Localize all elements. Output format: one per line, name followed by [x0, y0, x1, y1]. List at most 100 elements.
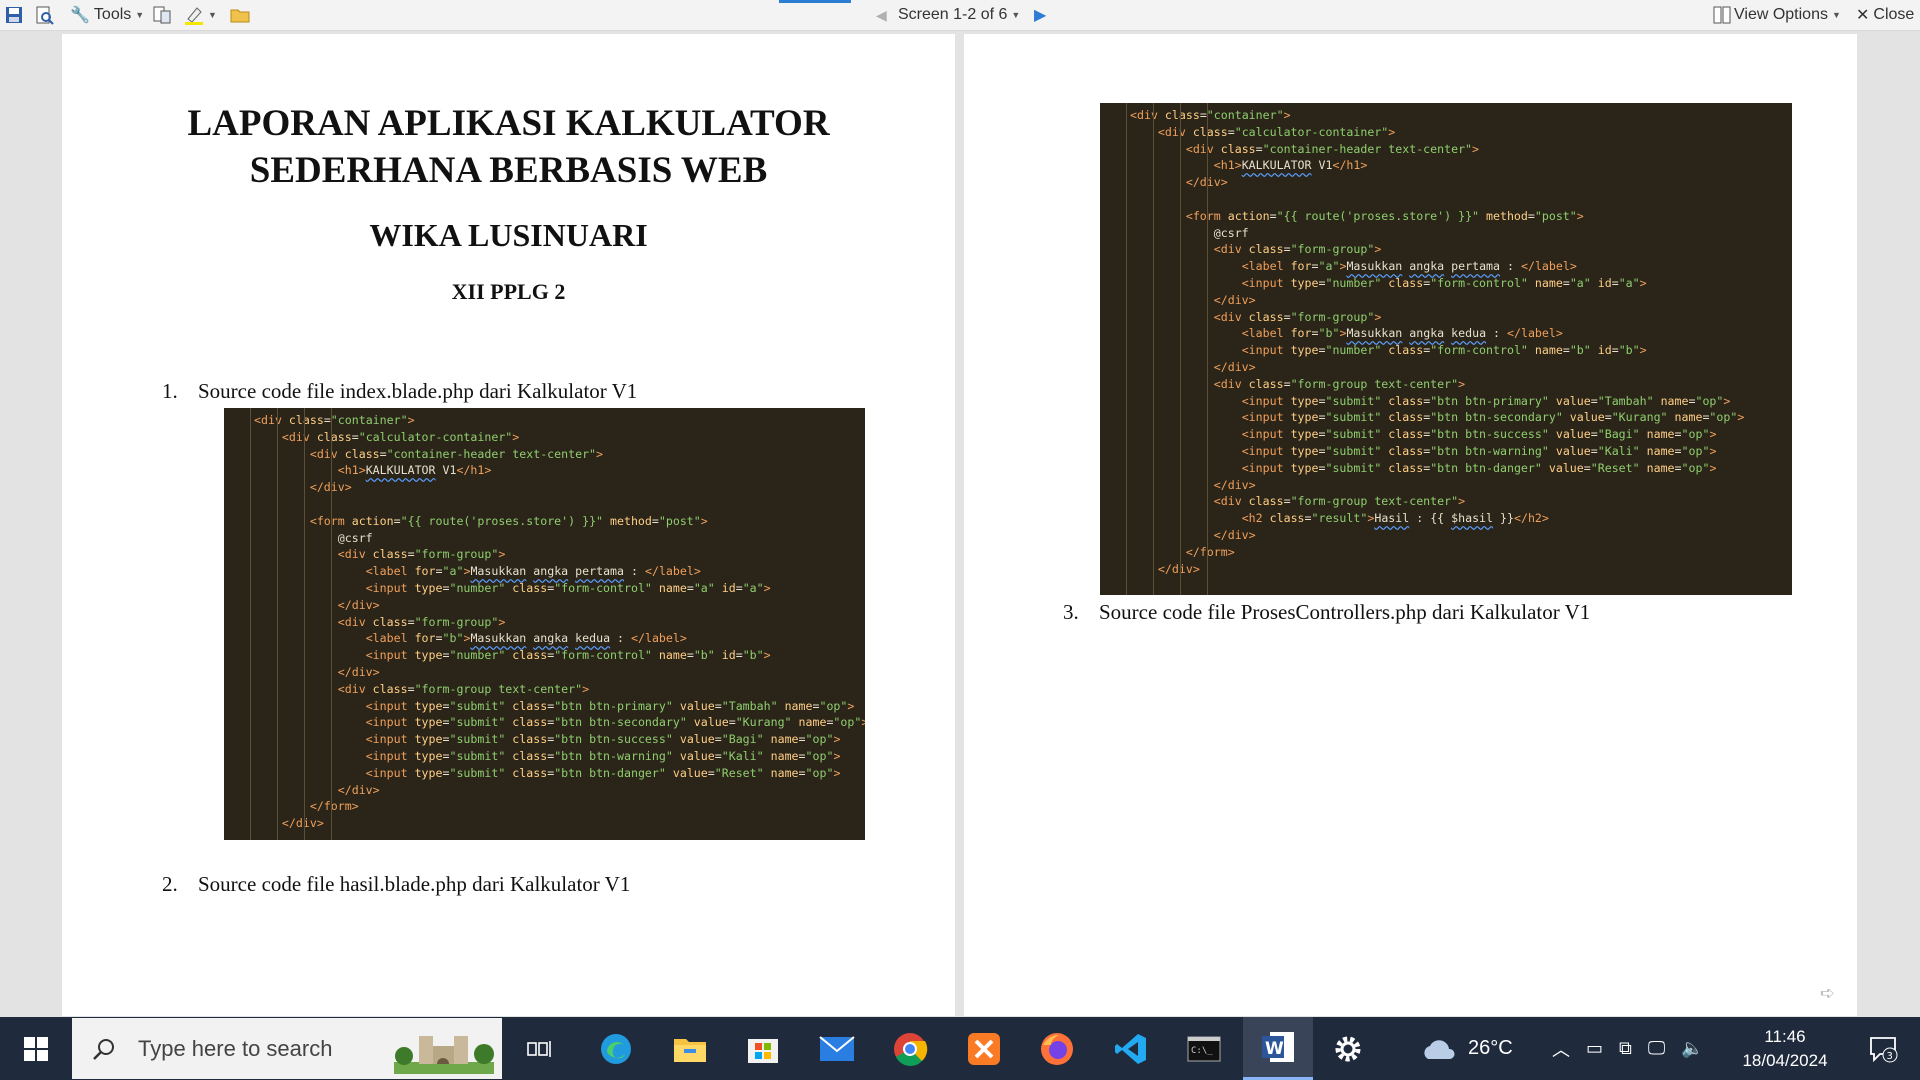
- view-options-label: View Options: [1734, 6, 1828, 23]
- screen-label: Screen 1-2 of 6: [898, 6, 1008, 23]
- tools-menu[interactable]: 🔧 Tools ▼: [70, 0, 144, 30]
- author-name: WIKA LUSINUARI: [369, 217, 648, 253]
- code-screenshot-index-blade: <div class="container"> <div class="calc…: [224, 408, 865, 840]
- chevron-up-icon[interactable]: ︿: [1552, 1036, 1570, 1062]
- list-number: 2.: [162, 872, 178, 896]
- chevron-down-icon: ▼: [135, 10, 145, 20]
- search-icon: [93, 1038, 114, 1060]
- highlighter-icon[interactable]: ▼: [184, 0, 217, 30]
- list-item-3: 3. Source code file ProsesControllers.php…: [1063, 600, 1590, 625]
- code-line: <input type="submit" class="btn btn-succ…: [1241, 427, 1717, 442]
- code-line: </div>: [1213, 292, 1256, 307]
- mail-icon[interactable]: [805, 1017, 869, 1080]
- code-line: <input type="number" class="form-control…: [365, 580, 771, 595]
- code-line: <div class="form-group text-center">: [1213, 494, 1466, 509]
- code-line: <h2 class="result">Hasil : {{ $hasil }}<…: [1241, 511, 1549, 526]
- active-indicator: [779, 0, 851, 3]
- research-icon[interactable]: [152, 0, 172, 30]
- code-line: <input type="submit" class="btn btn-prim…: [1241, 393, 1731, 408]
- microsoft-store-icon[interactable]: [731, 1017, 795, 1080]
- screen-selector[interactable]: Screen 1-2 of 6 ▼: [898, 0, 1020, 30]
- svg-text:W: W: [1265, 1039, 1284, 1059]
- weather-temperature: 26°C: [1468, 1037, 1513, 1059]
- report-title-line-2: SEDERHANA BERBASIS WEB: [249, 150, 768, 191]
- vscode-icon[interactable]: [1099, 1017, 1163, 1080]
- view-options-icon: [1713, 6, 1731, 24]
- arrow-right-icon: ▶: [1034, 7, 1047, 24]
- taskbar-search-box[interactable]: Type here to search: [72, 1018, 502, 1079]
- code-line: </div>: [309, 480, 352, 495]
- code-line: </div>: [1157, 561, 1200, 576]
- print-preview-icon[interactable]: [34, 0, 54, 30]
- document-area: LAPORAN APLIKASI KALKULATOR SEDERHANA BE…: [0, 31, 1920, 1017]
- list-item-2: 2. Source code file hasil.blade.php dari …: [162, 872, 630, 897]
- code-lines: <div class="container"> <div class="calc…: [254, 412, 865, 832]
- code-line: <input type="submit" class="btn btn-warn…: [1241, 443, 1717, 458]
- indent-guide: [1207, 103, 1208, 595]
- windows-logo-icon: [24, 1036, 48, 1061]
- chrome-icon[interactable]: [878, 1017, 942, 1080]
- previous-screen-button[interactable]: ◀: [876, 0, 887, 30]
- code-line: <label for="a">Masukkan angka pertama : …: [365, 564, 701, 579]
- xampp-icon[interactable]: [952, 1017, 1016, 1080]
- code-line: <div class="calculator-container">: [281, 429, 520, 444]
- code-line: <div class="form-group">: [337, 547, 506, 562]
- code-line: </div>: [1213, 477, 1256, 492]
- indent-guide: [304, 408, 305, 840]
- clock-time: 11:46: [1764, 1027, 1806, 1046]
- network-activity-icon[interactable]: ⧉: [1619, 1038, 1632, 1059]
- firefox-icon[interactable]: [1025, 1017, 1089, 1080]
- next-screen-button[interactable]: ▶: [1034, 0, 1046, 30]
- document-page-1: LAPORAN APLIKASI KALKULATOR SEDERHANA BE…: [62, 34, 955, 1016]
- task-view-icon[interactable]: [508, 1017, 572, 1080]
- chevron-down-icon: ▼: [208, 10, 217, 20]
- view-options-menu[interactable]: View Options ▼: [1712, 0, 1841, 30]
- code-line: </div>: [337, 782, 380, 797]
- code-line: <input type="submit" class="btn btn-succ…: [365, 732, 841, 747]
- code-line: </div>: [1213, 359, 1256, 374]
- code-line: <div class="form-group text-center">: [337, 681, 590, 696]
- meet-now-icon[interactable]: ▭: [1586, 1038, 1603, 1059]
- file-explorer-icon[interactable]: [658, 1017, 722, 1080]
- windows-taskbar: Type here to search C:\_ W 26°C ︿ ▭ ⧉ 🖵 …: [0, 1017, 1920, 1080]
- page-forward-arrow-icon[interactable]: ➪: [1820, 983, 1835, 1004]
- code-line: <label for="b">Masukkan angka kedua : </…: [365, 631, 687, 646]
- network-icon[interactable]: 🖵: [1648, 1038, 1665, 1059]
- search-highlight-castle-icon: [394, 1036, 494, 1074]
- code-line: <input type="submit" class="btn btn-prim…: [365, 698, 855, 713]
- code-line: <input type="submit" class="btn btn-warn…: [365, 748, 841, 763]
- code-line: <div class="container">: [1130, 108, 1291, 122]
- save-icon[interactable]: [4, 0, 24, 30]
- notification-icon: 3: [1869, 1036, 1897, 1062]
- reading-toolbar: 🔧 Tools ▼ ▼ ◀ Screen 1-2 of 6 ▼ ▶ View O…: [0, 0, 1920, 31]
- tools-label: Tools: [93, 6, 132, 23]
- code-line: <div class="container-header text-center…: [309, 446, 604, 461]
- report-title-line-1: LAPORAN APLIKASI KALKULATOR: [187, 103, 830, 144]
- close-button[interactable]: ✕ Close: [1856, 0, 1914, 30]
- word-icon[interactable]: W: [1243, 1017, 1313, 1080]
- code-line: </div>: [281, 816, 324, 831]
- code-lines: <div class="container"> <div class="calc…: [1130, 107, 1744, 577]
- list-text: Source code file hasil.blade.php dari Ka…: [198, 872, 631, 896]
- notification-center-button[interactable]: 3: [1855, 1017, 1910, 1080]
- taskbar-clock[interactable]: 11:46 18/04/2024: [1725, 1025, 1845, 1073]
- start-button[interactable]: [0, 1017, 72, 1080]
- code-line: <div class="form-group">: [337, 614, 506, 629]
- code-line: <input type="submit" class="btn btn-dang…: [1241, 460, 1717, 475]
- settings-icon[interactable]: [1316, 1017, 1380, 1080]
- terminal-icon[interactable]: C:\_: [1172, 1017, 1236, 1080]
- edge-icon[interactable]: [584, 1017, 648, 1080]
- clock-date: 18/04/2024: [1742, 1051, 1828, 1070]
- chevron-down-icon: ▼: [1011, 10, 1021, 20]
- weather-widget[interactable]: 26°C: [1420, 1017, 1513, 1080]
- code-line: </div>: [1213, 527, 1256, 542]
- code-line: <label for="a">Masukkan angka pertama : …: [1241, 259, 1577, 274]
- code-line: <div class="form-group text-center">: [1213, 376, 1466, 391]
- volume-icon[interactable]: 🔈: [1681, 1038, 1703, 1059]
- code-line: <div class="form-group">: [1213, 242, 1382, 257]
- indent-guide: [250, 408, 251, 840]
- code-line: <input type="number" class="form-control…: [1241, 275, 1647, 290]
- folder-icon[interactable]: [230, 0, 250, 30]
- cloud-icon: [1424, 1039, 1455, 1059]
